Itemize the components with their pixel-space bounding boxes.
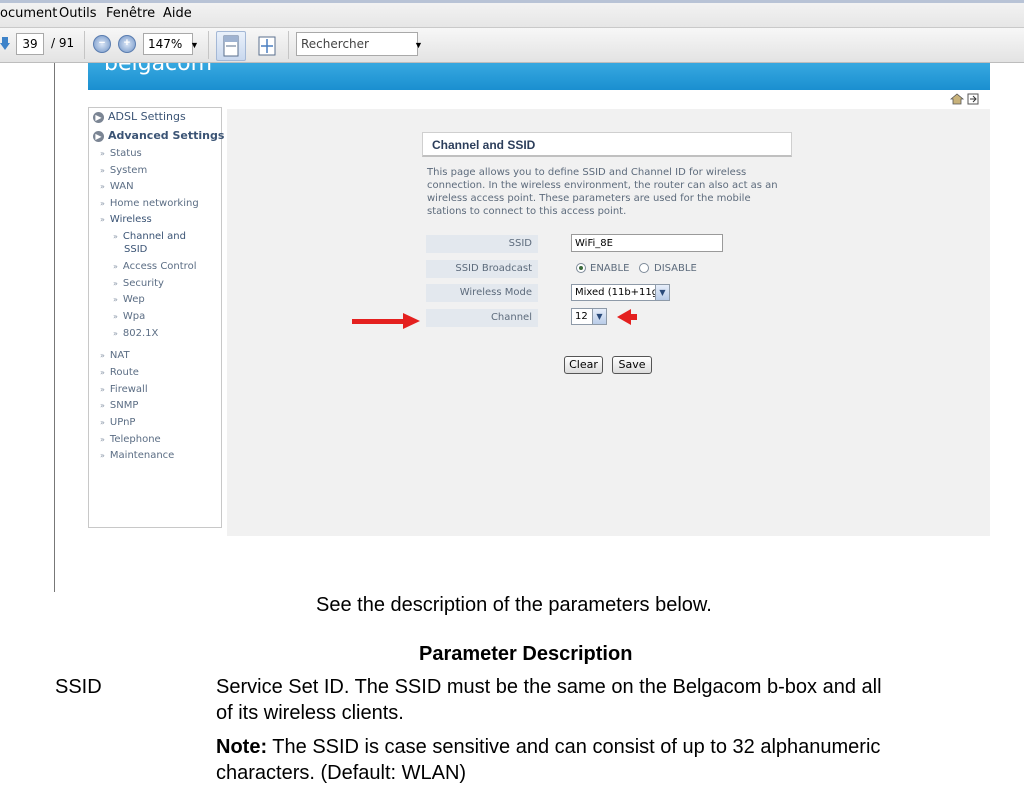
chevron-right-icon: » — [100, 401, 105, 410]
wireless-mode-select[interactable]: Mixed (11b+11g) ▼ — [571, 284, 670, 301]
doc-param-name: SSID — [55, 676, 102, 698]
doc-note-text: The SSID is case sensitive and can consi… — [267, 736, 881, 758]
channel-select[interactable]: 12 ▼ — [571, 308, 607, 325]
sidebar-item-firewall[interactable]: » Firewall — [100, 384, 148, 395]
sidebar-item-wan[interactable]: » WAN — [100, 181, 134, 192]
broadcast-disable-label: DISABLE — [654, 263, 697, 274]
chevron-right-icon: » — [100, 451, 105, 460]
page-total: / 91 — [51, 36, 75, 50]
toolbar: 39 / 91 − + 147% ▼ Rechercher ▼ — [0, 28, 1024, 63]
sidebar-item-nat[interactable]: » NAT — [100, 350, 130, 361]
sidebar-item-snmp[interactable]: » SNMP — [100, 400, 138, 411]
chevron-right-icon: » — [100, 166, 105, 175]
brand-logo: belgacom — [104, 63, 213, 76]
chevron-down-icon: ▼ — [592, 309, 606, 324]
menu-aide[interactable]: Aide — [163, 6, 192, 21]
sidebar-item-adsl-settings[interactable]: ▶ ADSL Settings — [93, 110, 186, 123]
chevron-right-icon: » — [113, 262, 118, 271]
save-button[interactable]: Save — [612, 356, 652, 374]
sidebar-item-system[interactable]: » System — [100, 165, 147, 176]
fit-width-icon — [223, 35, 239, 57]
sidebar-subitem-security[interactable]: » Security — [113, 278, 164, 289]
sidebar-subitem-channel-ssid[interactable]: » Channel and — [113, 231, 186, 242]
doc-note-label: Note: — [216, 736, 268, 758]
fit-page-button[interactable] — [252, 31, 282, 61]
chevron-right-icon: » — [100, 368, 105, 377]
channel-value: 12 — [575, 311, 588, 322]
chevron-right-icon: » — [113, 295, 118, 304]
annotation-arrow-left — [629, 314, 637, 320]
search-dropdown-icon[interactable]: ▼ — [414, 40, 423, 50]
toolbar-separator — [208, 31, 209, 59]
chevron-right-icon: » — [100, 199, 105, 208]
ssid-input[interactable]: WiFi_8E — [571, 234, 723, 252]
ssid-broadcast-label: SSID Broadcast — [426, 260, 538, 278]
sidebar-subitem-wpa[interactable]: » Wpa — [113, 311, 145, 322]
menu-bar: ocument Outils Fenêtre Aide — [0, 0, 1024, 28]
doc-table-header: Parameter Description — [419, 643, 633, 665]
panel-title: Channel and SSID — [422, 132, 792, 157]
circle-arrow-icon: ▶ — [93, 130, 104, 142]
fit-page-icon — [258, 36, 276, 56]
sidebar-item-wireless[interactable]: » Wireless — [100, 214, 152, 225]
channel-label: Channel — [426, 309, 538, 327]
chevron-right-icon: » — [113, 329, 118, 338]
sidebar-item-home-networking[interactable]: » Home networking — [100, 198, 199, 209]
home-icon[interactable] — [949, 92, 980, 109]
chevron-right-icon: » — [100, 385, 105, 394]
wireless-mode-label: Wireless Mode — [426, 284, 538, 302]
broadcast-disable-radio[interactable] — [639, 263, 649, 273]
sidebar-subitem-access-control[interactable]: » Access Control — [113, 261, 196, 272]
chevron-right-icon: » — [113, 232, 118, 241]
search-input[interactable]: Rechercher — [296, 32, 418, 56]
arrow-down-icon[interactable] — [0, 37, 10, 51]
chevron-right-icon: » — [100, 215, 105, 224]
ssid-label: SSID — [426, 235, 538, 253]
zoom-in-icon[interactable]: + — [118, 35, 136, 53]
toolbar-separator — [84, 31, 85, 59]
page-number-input[interactable]: 39 — [16, 33, 44, 55]
sidebar-subitem-wep[interactable]: » Wep — [113, 294, 145, 305]
menu-document[interactable]: ocument — [0, 6, 57, 21]
chevron-right-icon: » — [100, 435, 105, 444]
clear-button[interactable]: Clear — [564, 356, 603, 374]
annotation-arrow-right-head — [403, 313, 420, 329]
panel-description: This page allows you to define SSID and … — [427, 167, 778, 217]
chevron-right-icon: » — [113, 312, 118, 321]
wireless-mode-value: Mixed (11b+11g) — [575, 287, 663, 298]
page-border — [54, 63, 55, 592]
circle-arrow-icon: ▶ — [93, 111, 104, 123]
doc-note: Note: The SSID is case sensitive and can… — [216, 736, 880, 759]
sidebar-subitem-8021x[interactable]: » 802.1X — [113, 328, 158, 339]
chevron-down-icon: ▼ — [655, 285, 669, 300]
sidebar-item-status[interactable]: » Status — [100, 148, 142, 159]
zoom-out-icon[interactable]: − — [93, 35, 111, 53]
annotation-arrow-right — [352, 319, 404, 324]
chevron-right-icon: » — [100, 418, 105, 427]
chevron-right-icon: » — [100, 149, 105, 158]
doc-param-desc-line2: of its wireless clients. — [216, 702, 404, 724]
sidebar-item-route[interactable]: » Route — [100, 367, 139, 378]
sidebar-item-upnp[interactable]: » UPnP — [100, 417, 135, 428]
broadcast-enable-radio[interactable] — [576, 263, 586, 273]
chevron-right-icon: » — [113, 279, 118, 288]
doc-intro-text: See the description of the parameters be… — [316, 594, 712, 616]
doc-param-desc-line1: Service Set ID. The SSID must be the sam… — [216, 676, 882, 698]
sidebar-subitem-channel-ssid-line2[interactable]: SSID — [124, 244, 147, 255]
broadcast-enable-label: ENABLE — [590, 263, 630, 274]
doc-note-line2: characters. (Default: WLAN) — [216, 762, 467, 784]
toolbar-separator — [288, 31, 289, 59]
fit-width-button[interactable] — [216, 31, 246, 61]
chevron-right-icon: » — [100, 351, 105, 360]
menu-fenetre[interactable]: Fenêtre — [106, 6, 155, 21]
window-top-border — [0, 0, 1024, 3]
router-banner: belgacom — [88, 63, 990, 90]
sidebar-item-telephone[interactable]: » Telephone — [100, 434, 161, 445]
zoom-dropdown-icon[interactable]: ▼ — [190, 40, 199, 50]
zoom-level-input[interactable]: 147% — [143, 33, 193, 55]
chevron-right-icon: » — [100, 182, 105, 191]
menu-outils[interactable]: Outils — [59, 6, 97, 21]
sidebar-item-advanced-settings[interactable]: ▶ Advanced Settings — [93, 129, 224, 142]
sidebar-item-maintenance[interactable]: » Maintenance — [100, 450, 174, 461]
